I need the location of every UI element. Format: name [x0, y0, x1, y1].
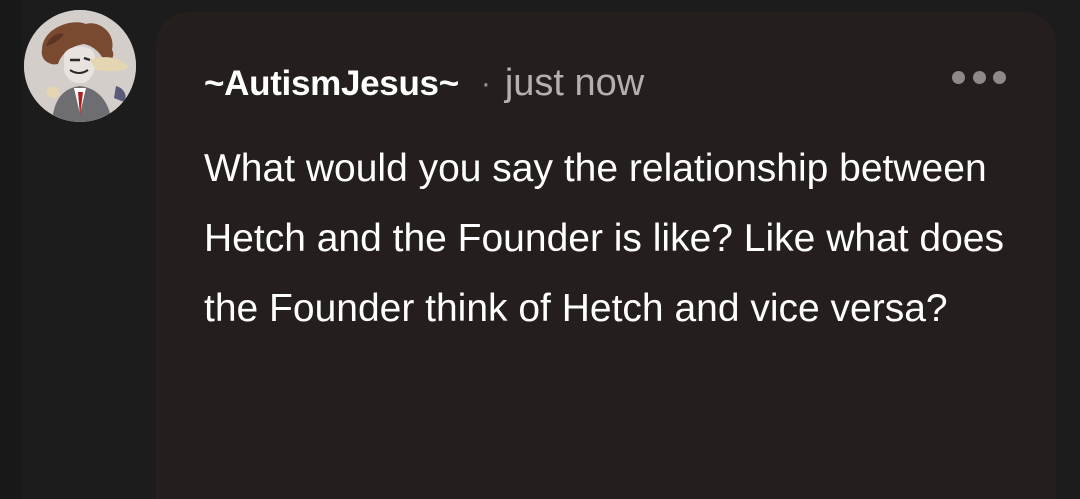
author-name[interactable]: ~AutismJesus~	[204, 64, 459, 104]
ellipsis-icon	[972, 70, 986, 84]
header-separator: ·	[480, 66, 491, 100]
more-options-button[interactable]	[952, 66, 1006, 88]
comment-header: ~AutismJesus~ · just now	[204, 62, 644, 105]
comment-text: What would you say the relationship betw…	[204, 147, 1004, 330]
comment-bubble: ~AutismJesus~ · just now What would you …	[156, 12, 1056, 499]
comment-screen: ~AutismJesus~ · just now What would you …	[0, 0, 1080, 499]
user-avatar[interactable]	[24, 10, 136, 122]
left-gutter	[0, 0, 22, 499]
ellipsis-icon	[993, 70, 1006, 84]
comment-timestamp: just now	[504, 62, 645, 104]
avatar-image	[24, 10, 136, 122]
ellipsis-icon	[952, 70, 965, 84]
